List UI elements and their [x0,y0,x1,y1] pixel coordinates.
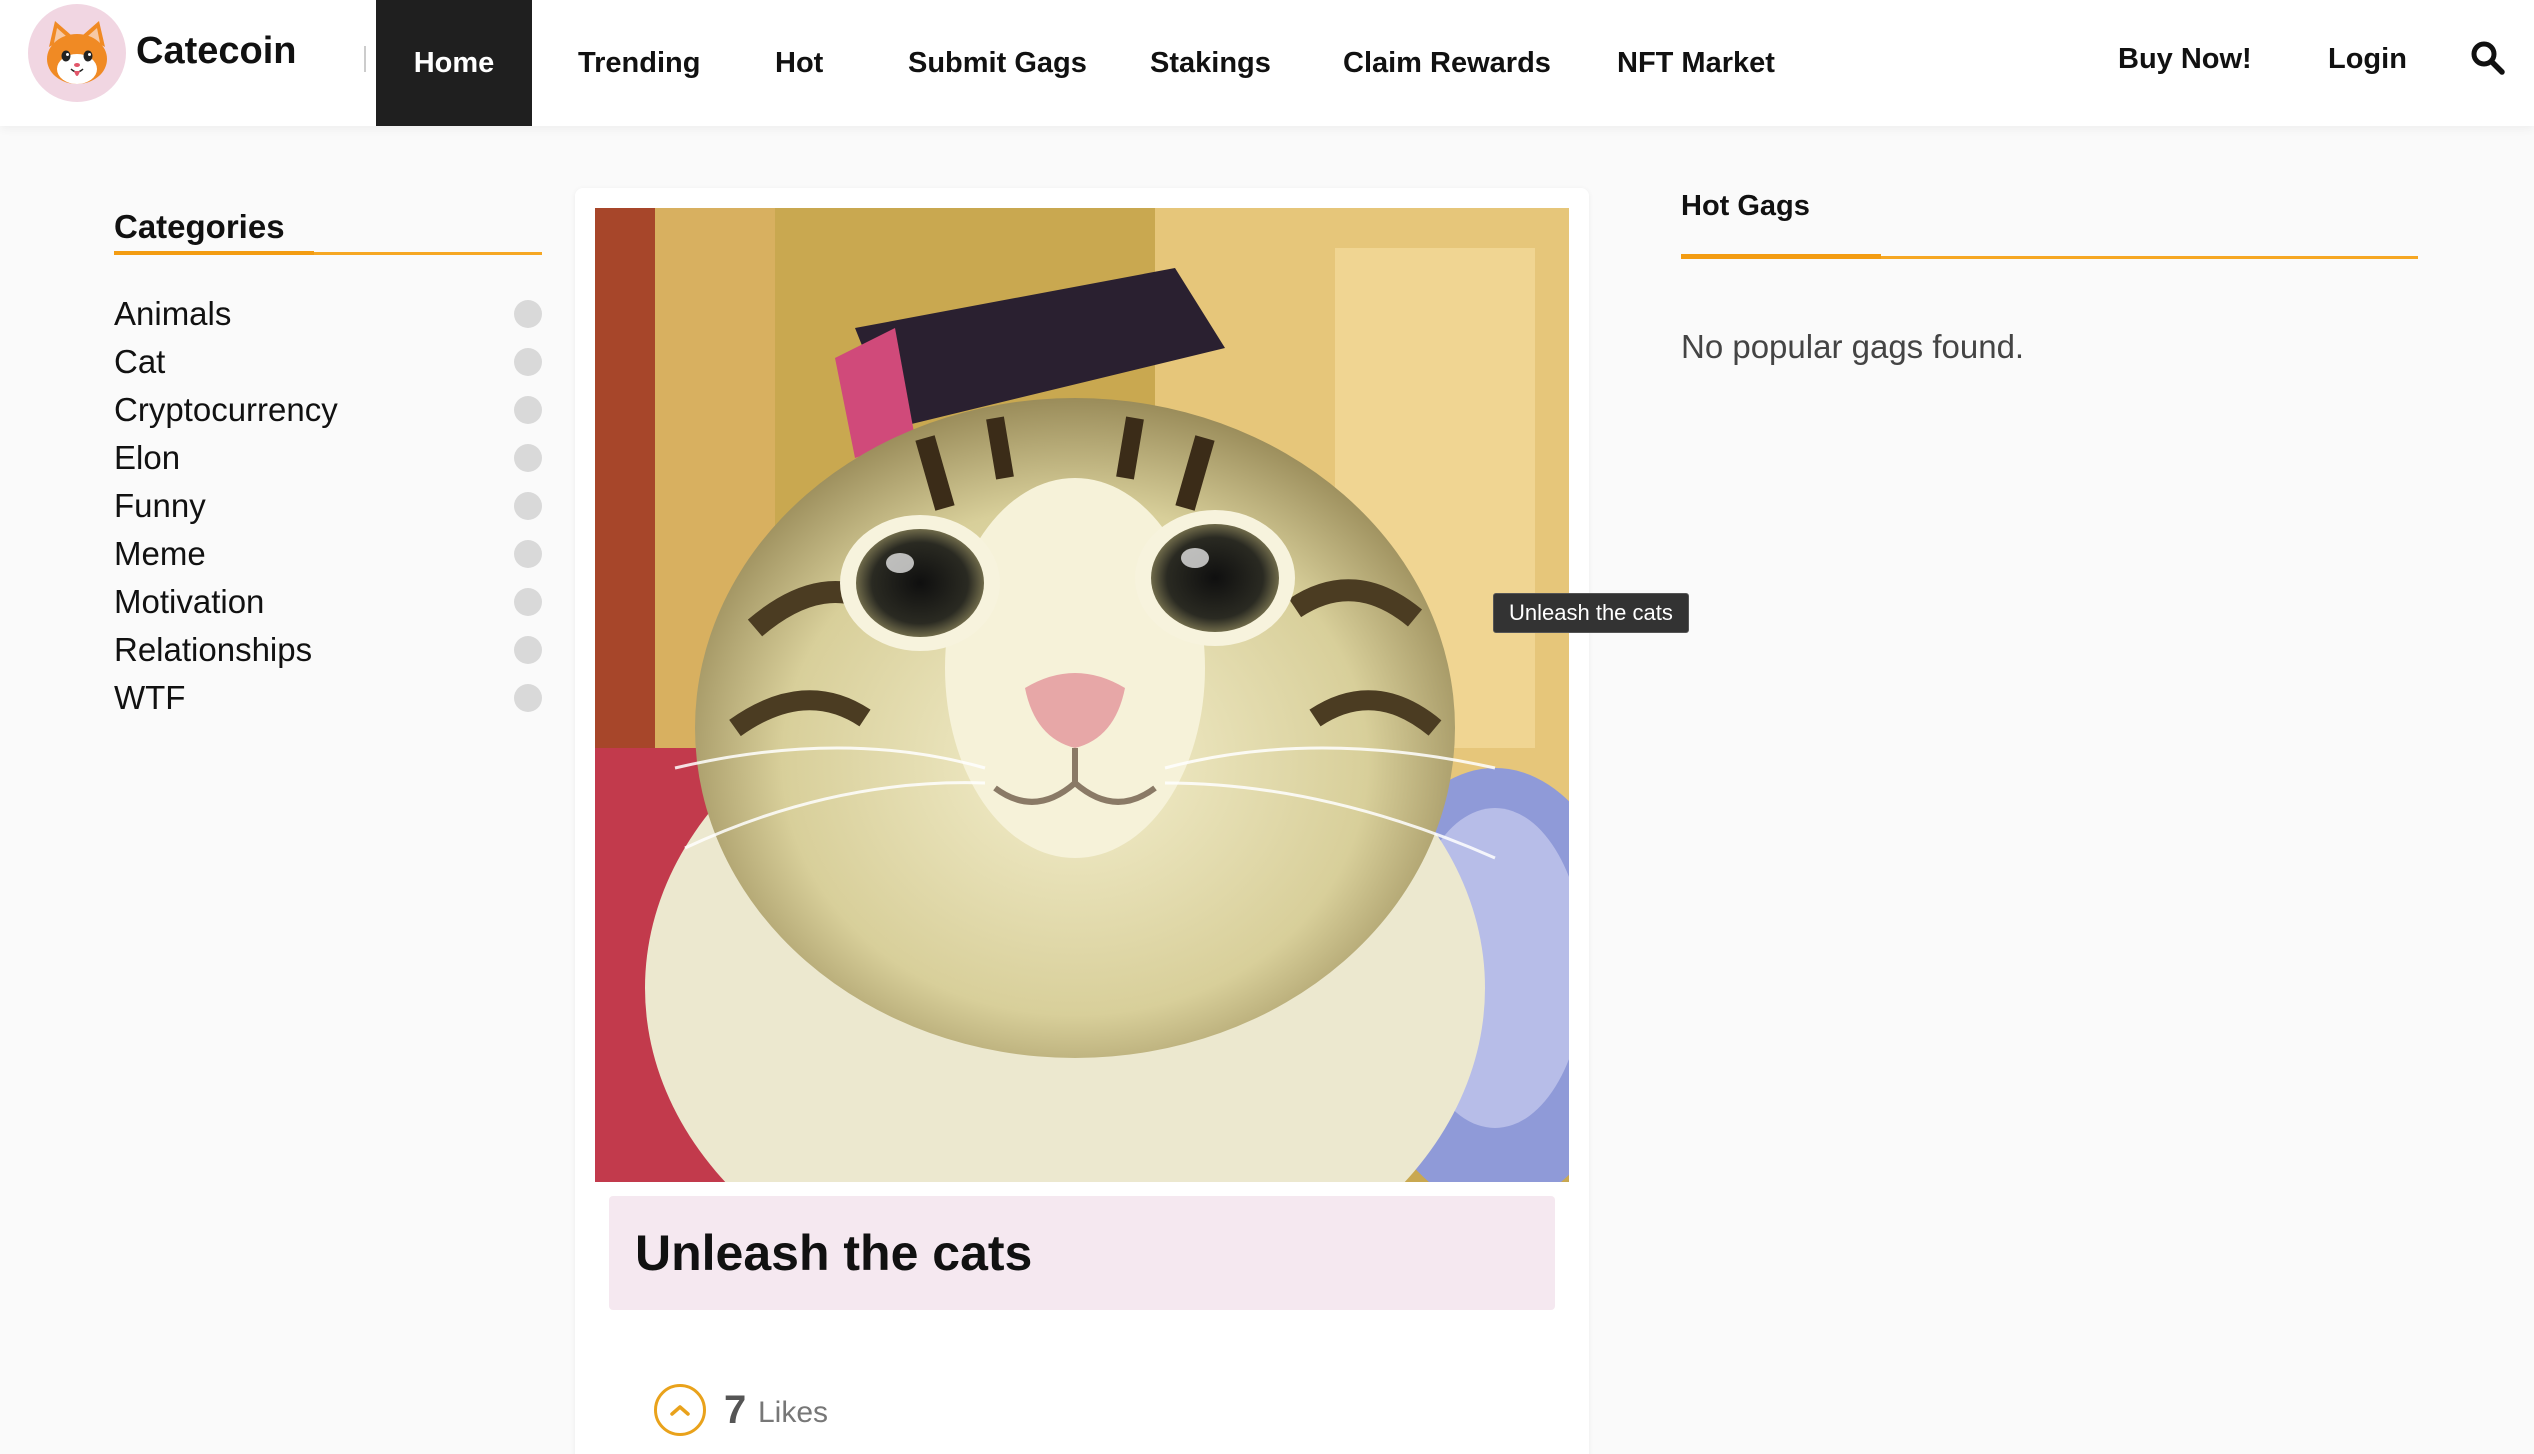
categories-list: Animals Cat Cryptocurrency Elon Funny Me… [114,290,542,722]
category-label: Cryptocurrency [114,391,338,428]
category-item-meme[interactable]: Meme [114,530,542,578]
category-label: Relationships [114,631,313,668]
category-item-relationships[interactable]: Relationships [114,626,542,674]
category-label: Cat [114,343,166,380]
brand-divider [364,46,366,72]
category-count-badge [514,540,542,568]
category-count-badge [514,348,542,376]
category-count-badge [514,492,542,520]
nav-trending[interactable]: Trending [578,0,700,126]
categories-underline-accent [114,251,314,255]
chevron-up-icon [670,1405,690,1416]
nav-hot[interactable]: Hot [775,0,823,126]
hot-gags-heading: Hot Gags [1681,190,1810,222]
category-label: Funny [114,487,206,524]
category-label: Motivation [114,583,265,620]
nav-claim-rewards[interactable]: Claim Rewards [1343,0,1551,126]
hot-gags-underline-accent [1681,254,1881,259]
category-item-motivation[interactable]: Motivation [114,578,542,626]
like-count: 7 [724,1388,747,1432]
hot-gags-empty-message: No popular gags found. [1681,328,2025,365]
brand-logo[interactable] [28,4,126,102]
post-title[interactable]: Unleash the cats [635,1224,1032,1282]
search-button[interactable] [2470,40,2514,84]
category-label: WTF [114,679,186,716]
category-count-badge [514,444,542,472]
nav-home[interactable]: Home [376,0,532,126]
post-image[interactable] [595,208,1569,1182]
categories-heading: Categories [114,208,285,245]
category-count-badge [514,636,542,664]
login-link[interactable]: Login [2328,0,2407,118]
category-count-badge [514,588,542,616]
category-item-elon[interactable]: Elon [114,434,542,482]
cat-photo-illustration [595,208,1569,1182]
nav-stakings[interactable]: Stakings [1150,0,1271,126]
category-item-wtf[interactable]: WTF [114,674,542,722]
like-label: Likes [758,1396,829,1429]
category-count-badge [514,684,542,712]
category-label: Animals [114,295,232,332]
category-count-badge [514,396,542,424]
brand-name[interactable]: Catecoin [136,30,296,73]
post-title-box[interactable]: Unleash the cats [609,1196,1555,1310]
category-item-animals[interactable]: Animals [114,290,542,338]
search-icon [2471,41,2505,75]
category-label: Elon [114,439,181,476]
post-tooltip: Unleash the cats [1493,593,1689,633]
category-label: Meme [114,535,206,572]
category-item-cryptocurrency[interactable]: Cryptocurrency [114,386,542,434]
like-button[interactable] [654,1384,706,1436]
nav-nft-market[interactable]: NFT Market [1617,0,1775,126]
nav-submit-gags[interactable]: Submit Gags [908,0,1087,126]
buy-now-link[interactable]: Buy Now! [2118,0,2252,118]
category-item-funny[interactable]: Funny [114,482,542,530]
top-navbar: Catecoin Home Trending Hot Submit Gags S… [0,0,2534,126]
category-item-cat[interactable]: Cat [114,338,542,386]
cat-face-icon [47,21,107,84]
category-count-badge [514,300,542,328]
post-card: Unleash the cats 7 Likes [575,188,1589,1454]
